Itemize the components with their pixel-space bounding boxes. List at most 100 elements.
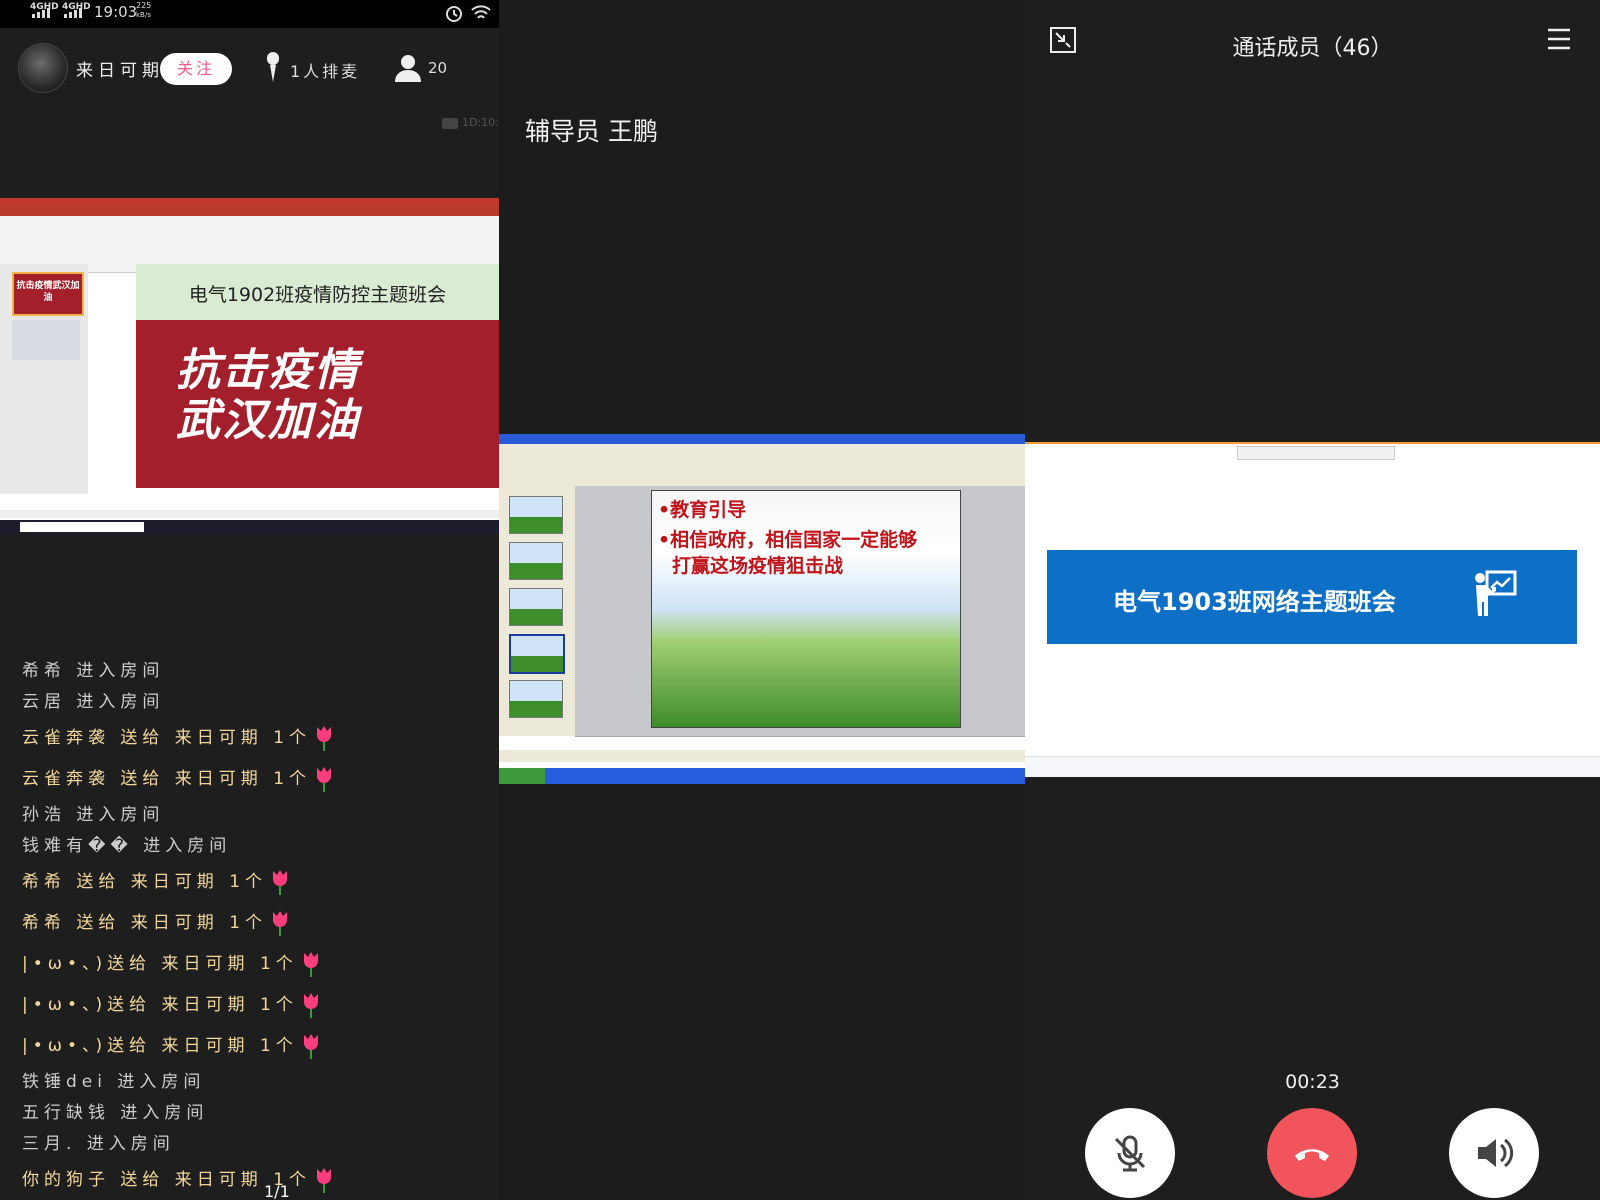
- ppt-thumbnail-pane: 抗击疫情武汉加油: [0, 264, 88, 494]
- slide-bullet-1: •教育引导: [658, 499, 747, 521]
- slide-thumbnail-1: 抗击疫情武汉加油: [12, 272, 84, 316]
- chat-message: |•ω•、)送给 来日可期 1个: [22, 944, 492, 985]
- tulip-gift-icon: [303, 952, 318, 977]
- chat-message-text: |•ω•、)送给 来日可期 1个: [22, 1036, 298, 1056]
- members-title[interactable]: 通话成员（46）: [1025, 30, 1600, 62]
- slide-slogan: 抗击疫情 武汉加油: [176, 346, 476, 446]
- xp-notes: [575, 736, 1025, 751]
- live-room-panel: 4GHD 4GHD 19:03 225 kB/s 来日可期 关注 1人排麦 20…: [0, 0, 499, 1200]
- slide-thumbnail: [509, 680, 563, 718]
- banner-title: 电气1903班网络主题班会: [1113, 588, 1396, 616]
- signal-icon: [32, 8, 50, 18]
- counselor-name: 辅导员 王鹏: [525, 117, 658, 146]
- xp-slide: •教育引导 •相信政府，相信国家一定能够 打赢这场疫情狙击战: [651, 490, 961, 728]
- xp-taskbar: [499, 768, 1025, 784]
- tulip-gift-icon: [317, 726, 332, 751]
- tulip-gift-icon: [273, 870, 288, 895]
- phone-hangup-icon: [1295, 1149, 1329, 1161]
- microphone-icon[interactable]: [264, 52, 282, 82]
- net-speed-unit: kB/s: [136, 11, 151, 19]
- screen-share-powerpoint-xp: •教育引导 •相信政府，相信国家一定能够 打赢这场疫情狙击战: [499, 434, 1025, 784]
- counselor-share-panel: 辅导员 王鹏 •教育引导 •相信政府，相信国家一定能够 打赢这场疫情狙击战: [499, 0, 1025, 1200]
- mute-button[interactable]: [1085, 1108, 1175, 1198]
- slide-thumbnail: [509, 588, 563, 626]
- slide-bullet-2: •相信政府，相信国家一定能够: [658, 529, 918, 551]
- chat-message-text: |•ω•、)送给 来日可期 1个: [22, 995, 298, 1015]
- xp-slide-list: [499, 486, 575, 736]
- hang-up-button[interactable]: [1267, 1108, 1357, 1198]
- meeting-banner: 电气1903班网络主题班会: [1047, 550, 1577, 644]
- menu-icon[interactable]: [1547, 28, 1571, 50]
- xp-menu-toolbar: [499, 444, 1025, 487]
- chat-message-text: 希希 进入房间: [22, 661, 165, 681]
- chat-message: 希希 进入房间: [22, 656, 492, 687]
- start-button: [499, 768, 545, 784]
- presentation-icon: [1475, 570, 1517, 616]
- chat-message: 你的狗子 送给 来日可期 1个: [22, 1160, 492, 1200]
- call-timer: 00:23: [1285, 1071, 1340, 1093]
- chat-message-text: 五行缺钱 进入房间: [22, 1103, 209, 1123]
- mic-queue[interactable]: 1人排麦: [290, 58, 360, 82]
- tulip-gift-icon: [273, 911, 288, 936]
- taskbar-search: [20, 522, 144, 532]
- chat-message-text: 云居 进入房间: [22, 692, 165, 712]
- tulip-gift-icon: [303, 1034, 318, 1059]
- chat-message: 云雀奔袭 送给 来日可期 1个: [22, 759, 492, 800]
- share-toolbar: [1237, 446, 1395, 460]
- chat-message-text: |•ω•、)送给 来日可期 1个: [22, 954, 298, 974]
- slide-thumbnail-active: [509, 634, 565, 674]
- taskbar-tray: [1025, 756, 1600, 777]
- chat-message-text: 铁锤dei 进入房间: [22, 1072, 206, 1092]
- chat-message: 三月. 进入房间: [22, 1129, 492, 1160]
- record-timer: 1D:10:: [462, 116, 499, 129]
- chat-message-text: 孙浩 进入房间: [22, 805, 165, 825]
- windows-taskbar: [0, 520, 499, 534]
- chat-message-text: 三月. 进入房间: [22, 1134, 175, 1154]
- shared-screen: 电气1903班网络主题班会: [1025, 442, 1600, 777]
- slide-thumbnail: [509, 496, 563, 534]
- host-name: 来日可期: [76, 61, 164, 81]
- ppt-status-line: [0, 510, 499, 518]
- status-bar: 4GHD 4GHD 19:03 225 kB/s: [0, 0, 499, 28]
- chat-message: 钱难有�� 进入房间: [22, 831, 492, 862]
- chat-message-text: 云雀奔袭 送给 来日可期 1个: [22, 769, 312, 789]
- user-icon[interactable]: [395, 54, 421, 82]
- chat-message: |•ω•、)送给 来日可期 1个: [22, 985, 492, 1026]
- host-avatar[interactable]: [18, 43, 68, 93]
- ppt-slide: 电气1902班疫情防控主题班会 抗击疫情 武汉加油: [136, 264, 499, 488]
- slide-thumbnail-2: [12, 320, 80, 360]
- chat-message: 铁锤dei 进入房间: [22, 1067, 492, 1098]
- mic-off-icon: [1114, 1135, 1146, 1172]
- ppt-title-bar: [0, 198, 499, 206]
- tulip-gift-icon: [303, 993, 318, 1018]
- slide-thumbnail: [509, 542, 563, 580]
- xp-title-bar: [499, 434, 1025, 444]
- slogan-line-2: 武汉加油: [176, 395, 360, 446]
- slide-bullet-2-cont: 打赢这场疫情狙击战: [672, 555, 844, 577]
- tulip-gift-icon: [317, 1168, 332, 1193]
- call-panel: 通话成员（46） 电气1903班网络主题班会 00:23: [1025, 0, 1600, 1200]
- chat-message: 云居 进入房间: [22, 687, 492, 718]
- screen-share-powerpoint: 抗击疫情武汉加油 电气1902班疫情防控主题班会 抗击疫情 武汉加油: [0, 198, 499, 534]
- signal-icon: [64, 8, 82, 18]
- chat-message-text: 希希 送给 来日可期 1个: [22, 872, 268, 892]
- slide-title: 电气1902班疫情防控主题班会: [188, 284, 447, 306]
- speaker-button[interactable]: [1449, 1108, 1539, 1198]
- net-speed: 225: [136, 1, 152, 10]
- wifi-icon: [471, 5, 491, 19]
- xp-drawing-toolbar: [499, 750, 1025, 762]
- slogan-line-1: 抗击疫情: [176, 345, 360, 396]
- clock-time: 19:03: [94, 3, 138, 21]
- chat-message-text: 希希 送给 来日可期 1个: [22, 913, 268, 933]
- alarm-icon: [446, 6, 462, 22]
- chat-message: 希希 送给 来日可期 1个: [22, 862, 492, 903]
- status-bar: [1025, 0, 1600, 6]
- chat-message: 云雀奔袭 送给 来日可期 1个: [22, 718, 492, 759]
- tulip-gift-icon: [317, 767, 332, 792]
- host-info-bar: 来日可期 关注 1人排麦 20: [0, 40, 499, 96]
- chat-message: |•ω•、)送给 来日可期 1个: [22, 1026, 492, 1067]
- video-icon: [442, 118, 458, 129]
- chat-message: 五行缺钱 进入房间: [22, 1098, 492, 1129]
- follow-button[interactable]: 关注: [160, 53, 232, 85]
- viewer-count: 20: [428, 59, 448, 77]
